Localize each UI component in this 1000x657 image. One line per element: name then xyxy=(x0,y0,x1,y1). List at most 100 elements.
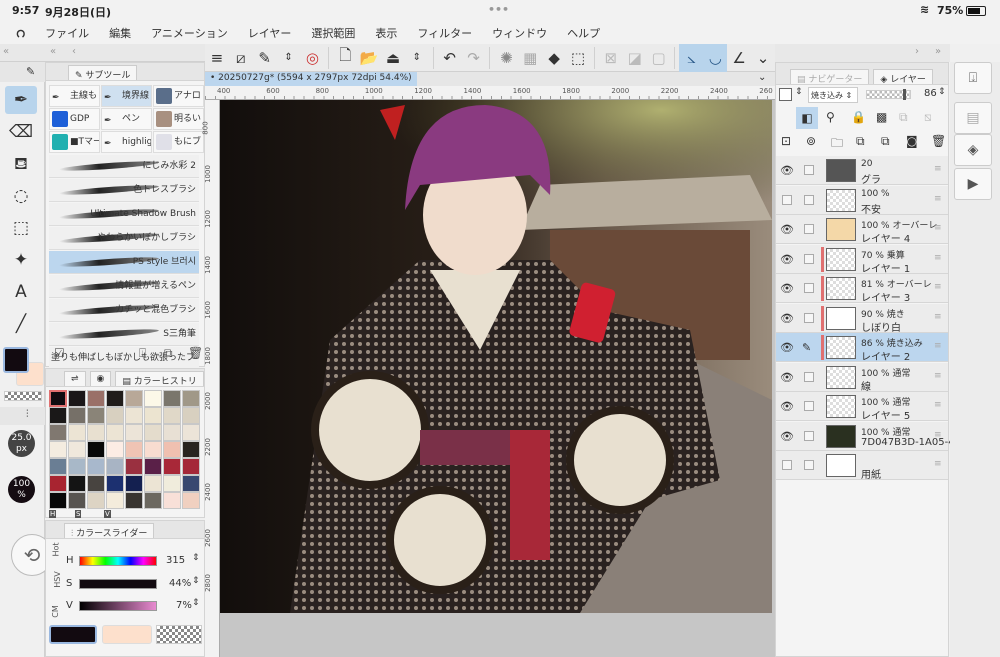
sub-color-chip[interactable] xyxy=(102,625,152,644)
deselect-icon[interactable]: ⊠ xyxy=(599,49,623,67)
color-history-swatch[interactable] xyxy=(49,441,67,458)
color-history-swatch[interactable] xyxy=(182,475,200,492)
pen-tool-icon[interactable]: ✒ xyxy=(5,86,37,114)
layer-select-checkbox[interactable] xyxy=(804,312,814,323)
brush-item[interactable]: やわらかいぼかしブラシ xyxy=(49,227,199,250)
ruler-show-icon[interactable]: ⧅ xyxy=(924,110,932,125)
tab-color-wheel[interactable]: ◉ xyxy=(89,371,112,386)
color-history-swatch[interactable] xyxy=(49,475,67,492)
reference-layer-icon[interactable]: ⚲ xyxy=(826,110,835,124)
new-folder-icon[interactable]: 🗀 xyxy=(831,134,843,155)
stepper-icon[interactable]: ⇕ xyxy=(795,87,803,97)
value-slider[interactable] xyxy=(79,601,157,611)
color-history-swatch[interactable] xyxy=(49,390,67,407)
subtool-item[interactable]: 明るい xyxy=(153,108,204,130)
color-history-swatch[interactable] xyxy=(125,492,143,509)
opacity-slider-thumb[interactable] xyxy=(903,89,907,100)
layer-select-checkbox[interactable] xyxy=(804,253,814,264)
import-icon[interactable]: ⍗ xyxy=(139,346,146,361)
color-history-swatch[interactable] xyxy=(49,407,67,424)
drag-handle-icon[interactable]: ≡ xyxy=(934,430,942,440)
color-history-swatch[interactable] xyxy=(182,458,200,475)
layer-row[interactable]: 用紙 ≡ xyxy=(776,451,948,481)
color-history-swatch[interactable] xyxy=(163,475,181,492)
lock-icon[interactable]: 🔒 xyxy=(851,110,866,124)
saturation-slider[interactable] xyxy=(79,579,157,589)
color-history-swatch[interactable] xyxy=(87,492,105,509)
edit-icon[interactable]: ✎ xyxy=(253,49,277,67)
color-history-swatch[interactable] xyxy=(106,390,124,407)
color-history-swatch[interactable] xyxy=(87,390,105,407)
menu-edit[interactable]: 編集 xyxy=(109,25,131,41)
collapse-left-icon[interactable]: « xyxy=(3,46,9,57)
subtool-item[interactable]: GDP xyxy=(49,108,100,130)
layer-select-checkbox[interactable] xyxy=(804,194,814,205)
color-history-swatch[interactable] xyxy=(68,458,86,475)
tab-color-history[interactable]: ▤ カラーヒストリ xyxy=(115,371,204,387)
menu-selection[interactable]: 選択範囲 xyxy=(311,25,355,41)
clip-studio-logo-icon[interactable]: ဂ xyxy=(16,21,25,45)
color-history-swatch[interactable] xyxy=(144,424,162,441)
brush-item[interactable]: カチッと混色ブラシ xyxy=(49,299,199,322)
color-history-swatch[interactable] xyxy=(125,390,143,407)
line-tool-icon[interactable]: ╱ xyxy=(5,310,37,338)
tab-color-set[interactable]: ⇌ xyxy=(64,371,86,386)
layer-row[interactable]: 👁 81 % オーバーレ レイヤー 3 ≡ xyxy=(776,274,948,304)
menu-filter[interactable]: フィルター xyxy=(417,25,472,41)
eye-icon[interactable]: 👁 xyxy=(780,282,794,295)
redo-icon[interactable]: ↷ xyxy=(462,49,486,67)
menu-view[interactable]: 表示 xyxy=(375,25,397,41)
pen-tab-icon[interactable]: ✎ xyxy=(26,65,35,78)
layer-select-checkbox[interactable] xyxy=(804,460,814,470)
drag-handle-icon[interactable]: ≡ xyxy=(934,400,942,410)
eye-icon[interactable]: 👁 xyxy=(780,371,794,384)
layer-row[interactable]: 👁 20 グラ ≡ xyxy=(776,156,948,186)
up-down-icon[interactable]: ⇕ xyxy=(405,52,429,63)
menu-help[interactable]: ヘルプ xyxy=(567,25,600,41)
color-history-swatch[interactable] xyxy=(182,424,200,441)
color-history-swatch[interactable] xyxy=(125,424,143,441)
collapse-right-icon[interactable]: » xyxy=(935,46,941,57)
sort-v-button[interactable]: V xyxy=(104,510,111,518)
drag-handle-icon[interactable]: ≡ xyxy=(934,253,942,263)
tab-layer[interactable]: ◈ レイヤー xyxy=(873,69,933,85)
eye-icon[interactable]: 👁 xyxy=(780,164,794,177)
eye-icon[interactable]: 👁 xyxy=(780,253,794,266)
color-history-swatch[interactable] xyxy=(144,492,162,509)
layer-select-checkbox[interactable] xyxy=(804,371,814,382)
color-history-swatch[interactable] xyxy=(68,424,86,441)
tab-subtool[interactable]: ✎ サブツール xyxy=(68,65,138,81)
menu-icon[interactable]: ≡ xyxy=(205,49,229,67)
color-history-swatch[interactable] xyxy=(144,390,162,407)
saturation-stepper[interactable]: ⇕ xyxy=(192,576,200,586)
color-history-swatch[interactable] xyxy=(163,424,181,441)
subtool-item[interactable]: ■Tマー xyxy=(49,131,100,153)
layer-row[interactable]: 100 % 不安 ≡ xyxy=(776,185,948,216)
color-history-swatch[interactable] xyxy=(125,407,143,424)
clip-studio-icon[interactable]: ◎ xyxy=(300,49,324,67)
opacity-stepper[interactable]: ⇕ xyxy=(938,87,946,97)
color-history-swatch[interactable] xyxy=(125,458,143,475)
color-history-swatch[interactable] xyxy=(163,492,181,509)
subtool-settings-icon[interactable]: ☑ xyxy=(54,346,65,360)
chevron-down-icon[interactable]: ⌄ xyxy=(758,72,766,83)
opacity-value[interactable]: 86 xyxy=(924,88,937,99)
color-history-swatch[interactable] xyxy=(87,424,105,441)
brush-item[interactable]: にじみ水彩 2 xyxy=(49,155,199,178)
layer-select-checkbox[interactable] xyxy=(804,224,814,234)
color-history-swatch[interactable] xyxy=(49,458,67,475)
lock-transparency-icon[interactable]: ▩ xyxy=(876,110,887,124)
subtool-item[interactable]: ✒ 主線も xyxy=(49,85,100,107)
drag-handle-icon[interactable]: ≡ xyxy=(934,282,942,292)
transfer-down-icon[interactable]: ⧉ xyxy=(856,134,865,149)
undo-icon[interactable]: ↶ xyxy=(438,49,462,67)
layer-panel-icon[interactable]: ◈ xyxy=(954,134,992,166)
color-history-swatch[interactable] xyxy=(182,441,200,458)
layer-row[interactable]: 👁 100 % 通常 7D047B3D-1A05-4 ≡ xyxy=(776,421,955,451)
layer-select-checkbox[interactable] xyxy=(804,401,814,411)
color-history-swatch[interactable] xyxy=(49,492,67,509)
color-history-swatch[interactable] xyxy=(87,475,105,492)
eye-icon[interactable]: 👁 xyxy=(780,400,794,413)
snap-grid-icon[interactable]: ∠ xyxy=(727,49,751,67)
layer-row[interactable]: 👁 100 % 通常線 ≡ xyxy=(776,362,948,393)
